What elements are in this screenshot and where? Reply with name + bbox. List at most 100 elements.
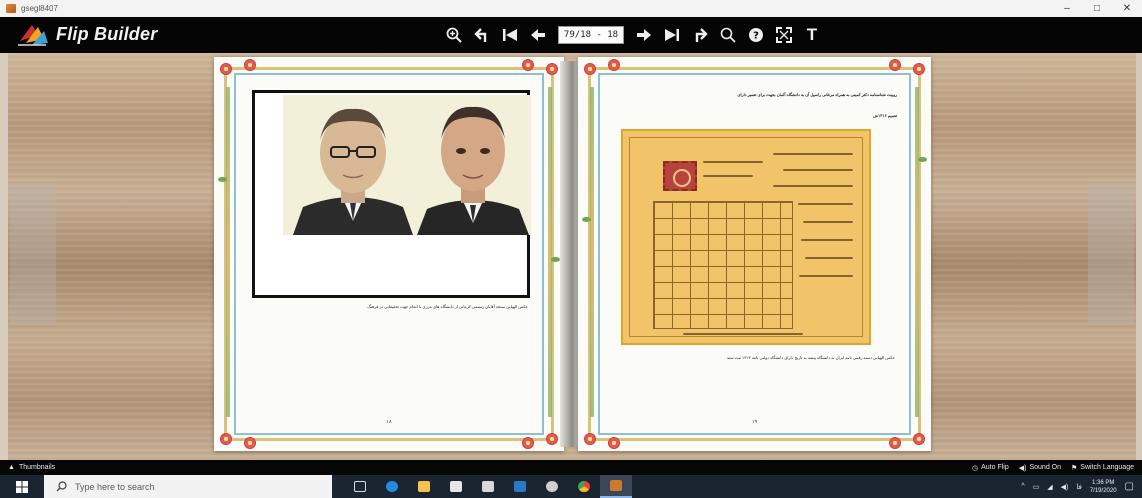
back-icon[interactable] [468,17,496,53]
page-number-input[interactable]: 79/18 - 18 [558,26,624,44]
handwriting-line [773,153,853,155]
svg-text:?: ? [753,31,759,42]
zoom-in-icon[interactable] [440,17,468,53]
store-button[interactable] [440,475,472,498]
left-page-number: ۱۸ [386,419,392,425]
portrait-man [417,106,529,235]
search-icon[interactable] [714,17,742,53]
flower-decoration [546,63,558,75]
windows-taskbar: Type here to search ^ ▭ ◢ ◀) ﻓﺎ 1:36 PM … [0,475,1142,498]
document-table [653,201,793,329]
app-icon [6,4,16,13]
minimize-button[interactable]: – [1052,0,1082,17]
chrome-icon [578,481,590,492]
edge-button[interactable] [376,475,408,498]
flag-icon: ⚑ [1071,464,1078,472]
left-page[interactable]: عکس الهیاتی سنجد آقایان رستمی کرمانی از … [214,57,564,451]
right-nav-area[interactable] [1088,183,1134,323]
historic-document-image [621,129,871,345]
handwriting-line [803,221,853,223]
right-document-caption: عکس الهیاتی دسته رقمی نامه ایران به دانش… [726,355,895,360]
left-photo-caption: عکس الهیاتی سنجد آقایان رستمی کرمانی از … [367,304,528,309]
share-icon[interactable] [686,17,714,53]
handwriting-line [799,275,853,277]
triangle-up-icon: ▲ [8,464,15,471]
auto-flip-button[interactable]: ◷ Auto Flip [972,464,1009,472]
flipbook-app-button[interactable] [600,475,632,498]
battery-icon[interactable]: ▭ [1033,483,1040,491]
gear-icon [546,481,558,492]
flower-decoration [584,433,596,445]
previous-page-icon[interactable] [524,17,552,53]
flower-decoration [913,433,925,445]
flipbook-bottom-bar: ▲ Thumbnails ◷ Auto Flip ◀) Sound On ⚑ S… [0,460,1142,475]
start-button[interactable] [0,475,44,498]
folder-icon [418,481,430,492]
network-icon[interactable]: ◢ [1047,483,1052,491]
taskbar-apps [344,475,632,498]
task-view-button[interactable] [344,475,376,498]
flower-decoration [522,437,534,449]
flip-builder-toolbar: Flip Builder 79/18 - 18 ? T [0,17,1142,53]
outlook-button[interactable] [504,475,536,498]
leaf-decoration [918,157,927,162]
switch-language-button[interactable]: ⚑ Switch Language [1071,464,1134,472]
close-button[interactable]: ✕ [1112,0,1142,17]
handwriting-line [801,239,853,241]
system-tray: ^ ▭ ◢ ◀) ﻓﺎ 1:36 PM 7/19/2020 ▢ [1021,475,1142,498]
left-nav-area[interactable] [10,183,56,323]
help-icon[interactable]: ? [742,17,770,53]
window-title-bar: gsegl8407 – □ ✕ [0,0,1142,17]
bottom-controls: ◷ Auto Flip ◀) Sound On ⚑ Switch Languag… [972,464,1134,472]
text-icon[interactable]: T [798,17,826,53]
right-page-subheading: تعمیم ۱۳۱۶ش [873,113,897,118]
keyboard-language-icon[interactable]: ﻓﺎ [1076,483,1081,491]
chrome-button[interactable] [568,475,600,498]
last-page-icon[interactable] [658,17,686,53]
right-page-number: ۱۹ [751,419,758,425]
notification-icon[interactable]: ▢ [1125,481,1134,492]
vine-decoration [226,87,230,417]
vine-decoration [915,87,919,417]
flower-decoration [889,437,901,449]
right-page-heading: روبیت شناسنامه دکتر کمینی به همراه مرغان… [737,92,897,97]
taskbar-clock[interactable]: 1:36 PM 7/19/2020 [1090,479,1117,495]
leaf-decoration [582,217,591,222]
chevron-up-icon[interactable]: ^ [1021,483,1024,490]
flower-decoration [608,437,620,449]
flower-decoration [889,59,901,71]
sound-label: Sound On [1029,464,1061,471]
sound-button[interactable]: ◀) Sound On [1019,464,1061,472]
vine-decoration [590,87,594,417]
flower-decoration [244,59,256,71]
thumbnails-button[interactable]: ▲ Thumbnails [8,464,55,471]
handwriting-line [703,161,763,163]
portrait-man-glasses [293,108,413,235]
taskbar-search-box[interactable]: Type here to search [44,475,332,498]
photo-frame [252,90,531,298]
right-page[interactable]: روبیت شناسنامه دکتر کمینی به همراه مرغان… [578,57,931,451]
auto-flip-icon: ◷ [972,464,979,472]
leaf-decoration [218,177,227,182]
window-title: gsegl8407 [21,4,58,13]
windows-logo-icon [16,480,28,493]
flower-decoration [220,433,232,445]
outlook-icon [514,481,526,492]
file-explorer-button[interactable] [408,475,440,498]
next-page-icon[interactable] [630,17,658,53]
maximize-button[interactable]: □ [1082,0,1112,17]
language-label: Switch Language [1080,464,1134,471]
clock-time: 1:36 PM [1092,479,1115,486]
flower-decoration [608,59,620,71]
settings-button[interactable] [536,475,568,498]
edge-icon [386,481,398,492]
window-controls: – □ ✕ [1052,0,1142,17]
volume-icon[interactable]: ◀) [1061,483,1069,491]
first-page-icon[interactable] [496,17,524,53]
handwriting-line [773,185,853,187]
handwriting-line [798,203,853,205]
fullscreen-icon[interactable] [770,17,798,53]
clock-date: 7/19/2020 [1089,487,1117,494]
vine-decoration [548,87,552,417]
mail-button[interactable] [472,475,504,498]
